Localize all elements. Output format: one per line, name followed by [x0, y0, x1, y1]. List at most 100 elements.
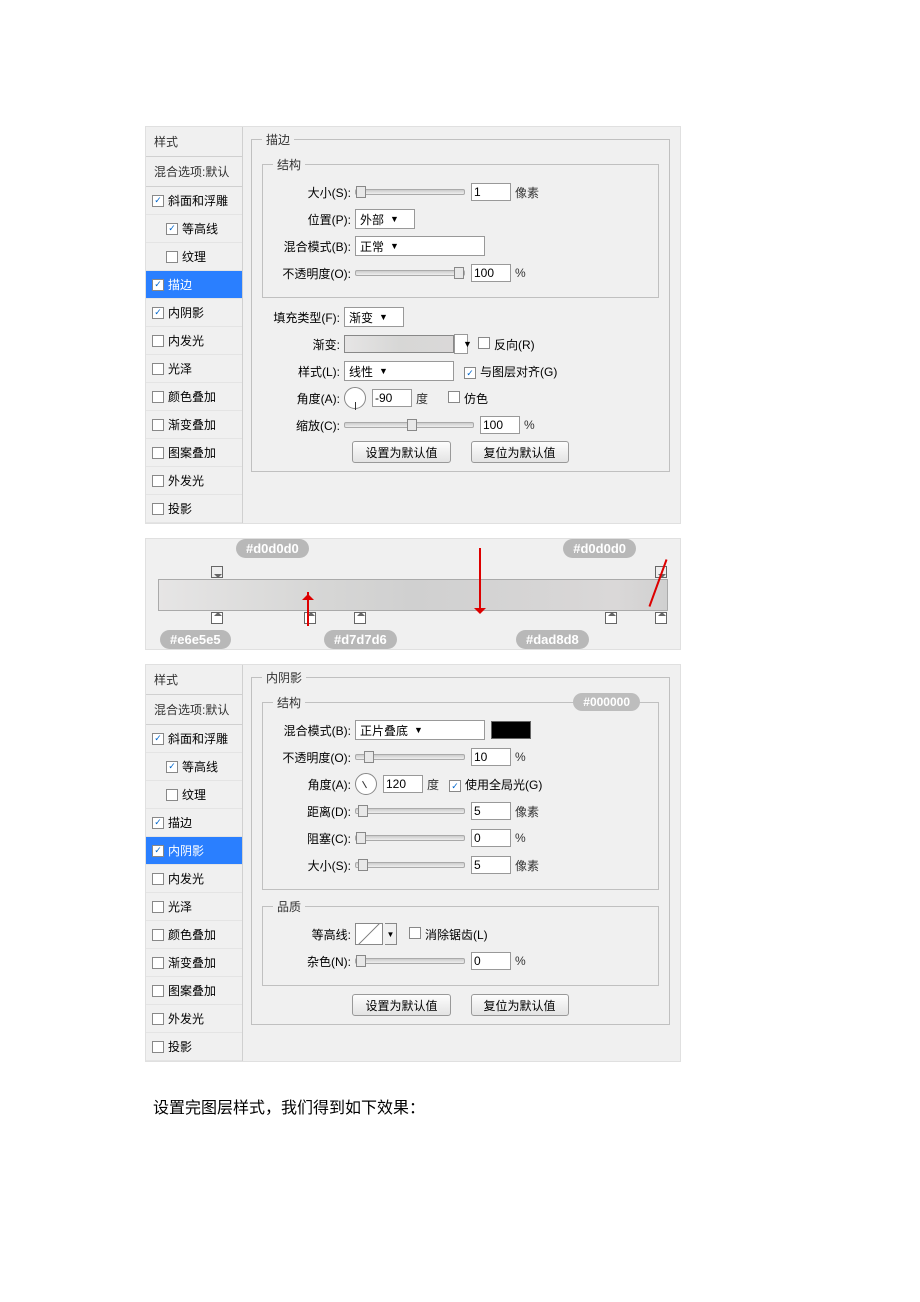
- gradient-preview[interactable]: [344, 335, 454, 353]
- angle-dial[interactable]: [355, 773, 377, 795]
- checkbox-icon[interactable]: [152, 1013, 164, 1025]
- checkbox-icon[interactable]: [166, 251, 178, 263]
- sidebar-item[interactable]: 外发光: [146, 467, 242, 495]
- gradient-bar[interactable]: [158, 579, 668, 611]
- sidebar-item[interactable]: ✓等高线: [146, 215, 242, 243]
- scale-input[interactable]: [480, 416, 520, 434]
- gradient-dropdown-arrow[interactable]: ▼: [454, 334, 468, 354]
- sidebar-item[interactable]: 外发光: [146, 1005, 242, 1033]
- checkbox-icon[interactable]: ✓: [166, 223, 178, 235]
- sidebar-item[interactable]: 光泽: [146, 355, 242, 383]
- sidebar-item[interactable]: ✓描边: [146, 809, 242, 837]
- checkbox-icon[interactable]: [152, 957, 164, 969]
- global-light-checkbox[interactable]: ✓: [449, 780, 461, 792]
- scale-slider[interactable]: [344, 422, 474, 428]
- gradient-editor: #d0d0d0 #d0d0d0 #e6e5e5 #d7d7d6 #dad8d8: [145, 538, 681, 650]
- checkbox-icon[interactable]: [152, 985, 164, 997]
- sidebar-item[interactable]: 投影: [146, 495, 242, 523]
- checkbox-icon[interactable]: [152, 447, 164, 459]
- checkbox-icon[interactable]: ✓: [152, 733, 164, 745]
- sidebar-item[interactable]: 内发光: [146, 865, 242, 893]
- sidebar-item[interactable]: 光泽: [146, 893, 242, 921]
- angle-dial[interactable]: [344, 387, 366, 409]
- angle-unit: 度: [416, 390, 428, 407]
- size-input[interactable]: [471, 183, 511, 201]
- color-stop-icon[interactable]: [605, 612, 617, 624]
- noise-slider[interactable]: [355, 958, 465, 964]
- checkbox-icon[interactable]: [152, 363, 164, 375]
- checkbox-icon[interactable]: ✓: [152, 845, 164, 857]
- sidebar-item[interactable]: 渐变叠加: [146, 411, 242, 439]
- checkbox-icon[interactable]: [152, 335, 164, 347]
- sidebar-item[interactable]: ✓斜面和浮雕: [146, 725, 242, 753]
- blend-mode-dropdown[interactable]: 正片叠底▼: [355, 720, 485, 740]
- size-slider[interactable]: [355, 189, 465, 195]
- checkbox-icon[interactable]: ✓: [152, 307, 164, 319]
- angle-unit: 度: [427, 776, 439, 793]
- sidebar-item[interactable]: 内发光: [146, 327, 242, 355]
- sidebar-item[interactable]: 渐变叠加: [146, 949, 242, 977]
- color-stop-icon[interactable]: [304, 612, 316, 624]
- antialias-checkbox[interactable]: [409, 927, 421, 939]
- checkbox-icon[interactable]: [152, 503, 164, 515]
- checkbox-icon[interactable]: [152, 419, 164, 431]
- sidebar-item[interactable]: 图案叠加: [146, 977, 242, 1005]
- make-default-button[interactable]: 设置为默认值: [352, 994, 450, 1016]
- sidebar-item[interactable]: 纹理: [146, 243, 242, 271]
- fill-type-dropdown[interactable]: 渐变▼: [344, 307, 404, 327]
- distance-slider[interactable]: [355, 808, 465, 814]
- distance-input[interactable]: [471, 802, 511, 820]
- spread-slider[interactable]: [355, 835, 465, 841]
- angle-input[interactable]: [383, 775, 423, 793]
- sidebar-item[interactable]: 图案叠加: [146, 439, 242, 467]
- make-default-button[interactable]: 设置为默认值: [352, 441, 450, 463]
- shadow-color-swatch[interactable]: [491, 721, 531, 739]
- reset-default-button[interactable]: 复位为默认值: [471, 994, 569, 1016]
- sidebar-item[interactable]: ✓内阴影: [146, 837, 242, 865]
- size-slider[interactable]: [355, 862, 465, 868]
- opacity-stop-icon[interactable]: [211, 566, 223, 578]
- contour-dropdown-arrow[interactable]: ▼: [385, 923, 397, 945]
- contour-swatch[interactable]: [355, 923, 383, 945]
- checkbox-icon[interactable]: [152, 901, 164, 913]
- checkbox-icon[interactable]: [152, 873, 164, 885]
- blend-options-default[interactable]: 混合选项:默认: [146, 157, 242, 187]
- blend-options-default[interactable]: 混合选项:默认: [146, 695, 242, 725]
- reverse-checkbox[interactable]: [478, 337, 490, 349]
- spread-input[interactable]: [471, 829, 511, 847]
- checkbox-icon[interactable]: [152, 391, 164, 403]
- sidebar-item[interactable]: ✓内阴影: [146, 299, 242, 327]
- align-checkbox[interactable]: ✓: [464, 367, 476, 379]
- sidebar-item[interactable]: ✓描边: [146, 271, 242, 299]
- checkbox-icon[interactable]: ✓: [152, 817, 164, 829]
- checkbox-icon[interactable]: ✓: [152, 279, 164, 291]
- checkbox-icon[interactable]: [166, 789, 178, 801]
- angle-input[interactable]: [372, 389, 412, 407]
- opacity-slider[interactable]: [355, 270, 465, 276]
- opacity-input[interactable]: [471, 748, 511, 766]
- position-dropdown[interactable]: 外部▼: [355, 209, 415, 229]
- checkbox-icon[interactable]: [152, 929, 164, 941]
- opacity-slider[interactable]: [355, 754, 465, 760]
- checkbox-icon[interactable]: ✓: [152, 195, 164, 207]
- opacity-input[interactable]: [471, 264, 511, 282]
- reset-default-button[interactable]: 复位为默认值: [471, 441, 569, 463]
- sidebar-item[interactable]: 纹理: [146, 781, 242, 809]
- checkbox-icon[interactable]: ✓: [166, 761, 178, 773]
- sidebar-item-label: 斜面和浮雕: [168, 192, 228, 209]
- size-input[interactable]: [471, 856, 511, 874]
- sidebar-item[interactable]: ✓ 斜面和浮雕: [146, 187, 242, 215]
- sidebar-item[interactable]: 投影: [146, 1033, 242, 1061]
- sidebar-item[interactable]: ✓等高线: [146, 753, 242, 781]
- color-stop-icon[interactable]: [211, 612, 223, 624]
- sidebar-item[interactable]: 颜色叠加: [146, 383, 242, 411]
- checkbox-icon[interactable]: [152, 475, 164, 487]
- checkbox-icon[interactable]: [152, 1041, 164, 1053]
- noise-input[interactable]: [471, 952, 511, 970]
- blend-mode-dropdown[interactable]: 正常▼: [355, 236, 485, 256]
- color-stop-icon[interactable]: [655, 612, 667, 624]
- color-stop-icon[interactable]: [354, 612, 366, 624]
- style-dropdown[interactable]: 线性▼: [344, 361, 454, 381]
- dither-checkbox[interactable]: [448, 391, 460, 403]
- sidebar-item[interactable]: 颜色叠加: [146, 921, 242, 949]
